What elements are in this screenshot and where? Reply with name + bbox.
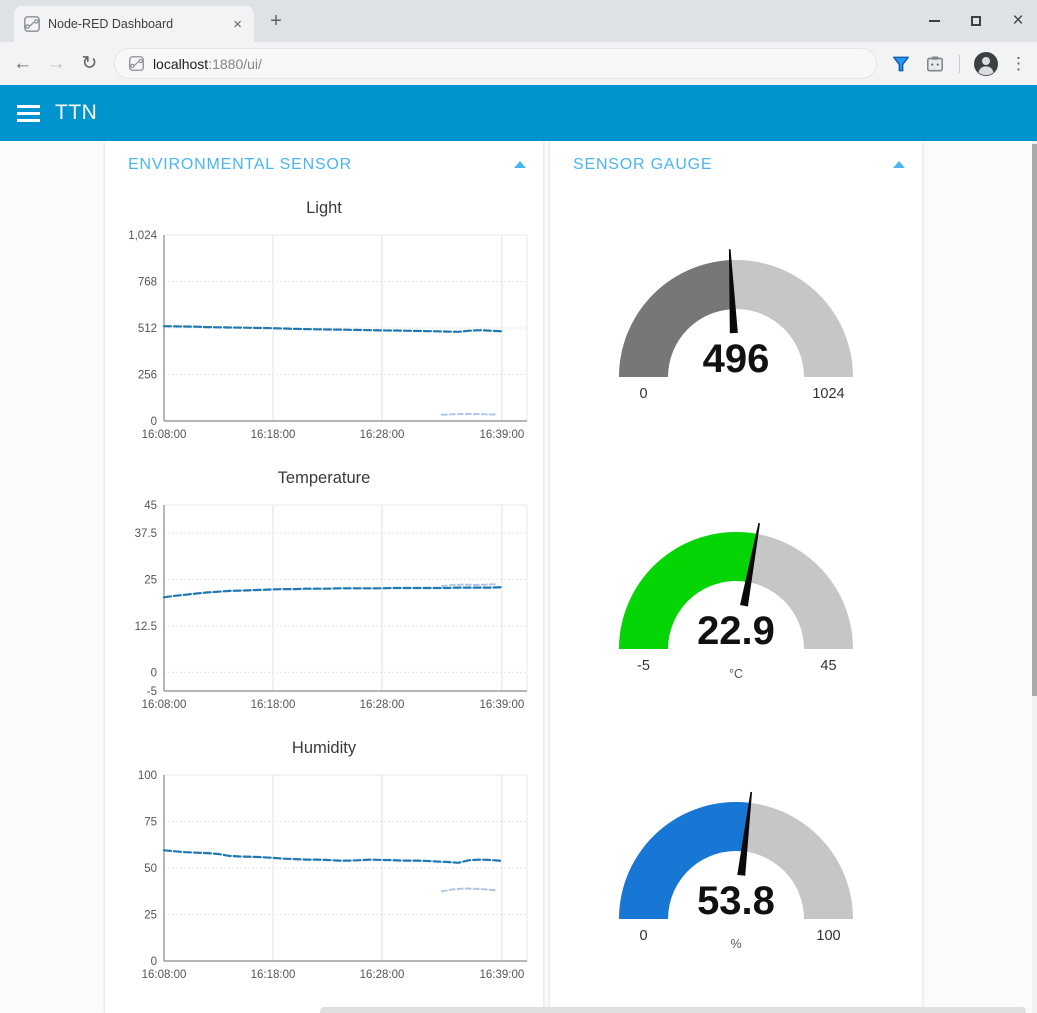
window-minimize-button[interactable] xyxy=(925,12,943,30)
svg-text:75: 75 xyxy=(144,817,157,829)
toolbar-divider xyxy=(959,55,960,73)
svg-text:16:18:00: 16:18:00 xyxy=(251,699,296,711)
humidity-chart: 0 25 50 75 100 16:08:00 16:18:00 16:28:00 16:39:… xyxy=(112,763,536,997)
chart-title-light: Light xyxy=(112,199,536,223)
tab-title: Node-RED Dashboard xyxy=(48,17,231,31)
svg-text:0: 0 xyxy=(639,386,647,402)
svg-text:16:18:00: 16:18:00 xyxy=(251,429,296,441)
scrollbar-thumb[interactable] xyxy=(1032,144,1037,696)
svg-text:16:08:00: 16:08:00 xyxy=(142,429,187,441)
svg-text:0: 0 xyxy=(151,956,157,968)
svg-text:45: 45 xyxy=(820,658,836,674)
svg-text:16:18:00: 16:18:00 xyxy=(251,969,296,981)
dashboard-title: TTN xyxy=(55,101,97,125)
svg-text:0: 0 xyxy=(151,667,157,679)
svg-text:1024: 1024 xyxy=(812,386,844,402)
dashboard-header: TTN xyxy=(0,85,1037,141)
group-title: SENSOR GAUGE xyxy=(573,156,712,174)
svg-text:0: 0 xyxy=(639,928,647,944)
forward-button[interactable]: → xyxy=(39,53,72,75)
svg-text:100: 100 xyxy=(816,928,840,944)
extension-clipboard-icon[interactable] xyxy=(924,53,946,75)
group-sensor-gauge: SENSOR GAUGE 496 0 1024 22.9 -5 45 °C 53.8 0 10… xyxy=(550,141,922,1013)
svg-text:16:39:00: 16:39:00 xyxy=(480,969,525,981)
profile-avatar[interactable] xyxy=(973,51,999,77)
svg-text:12.5: 12.5 xyxy=(135,621,157,633)
svg-text:22.9: 22.9 xyxy=(697,609,775,653)
collapse-icon[interactable] xyxy=(893,161,905,168)
page-scrollbar[interactable] xyxy=(1032,141,1037,1013)
browser-toolbar: ← → ↻ localhost:1880/ui/ ⋮ xyxy=(0,42,1037,85)
temperature-gauge: 22.9 -5 45 °C xyxy=(586,509,886,701)
browser-window: Node-RED Dashboard × + × ← → ↻ localhost… xyxy=(0,0,1037,1013)
temperature-chart: -5 0 12.5 25 37.5 45 16:08:00 16:18:00 16:28:00 1… xyxy=(112,493,536,727)
svg-text:25: 25 xyxy=(144,910,157,922)
window-close-button[interactable]: × xyxy=(1009,12,1027,30)
svg-text:16:28:00: 16:28:00 xyxy=(360,429,405,441)
node-red-favicon-icon xyxy=(24,16,40,32)
svg-text:37.5: 37.5 xyxy=(135,528,157,540)
reload-button[interactable]: ↻ xyxy=(73,52,106,75)
dashboard-content: ENVIRONMENTAL SENSOR Light 0 256 512 768 1,0… xyxy=(0,141,1037,1013)
svg-text:16:28:00: 16:28:00 xyxy=(360,969,405,981)
light-chart: 0 256 512 768 1,024 16:08:00 16:18:00 16:28:00 1… xyxy=(112,223,536,457)
light-gauge: 496 0 1024 xyxy=(586,237,886,429)
svg-text:1,024: 1,024 xyxy=(128,230,157,242)
svg-text:16:08:00: 16:08:00 xyxy=(142,699,187,711)
window-maximize-button[interactable] xyxy=(967,12,985,30)
svg-text:768: 768 xyxy=(138,277,157,289)
svg-text:256: 256 xyxy=(138,370,157,382)
svg-text:°C: °C xyxy=(729,667,743,681)
svg-text:53.8: 53.8 xyxy=(697,879,775,923)
menu-icon[interactable] xyxy=(17,105,41,122)
chart-title-temperature: Temperature xyxy=(112,469,536,493)
svg-text:496: 496 xyxy=(703,337,770,381)
new-tab-button[interactable]: + xyxy=(262,8,290,36)
extension-blue-icon[interactable] xyxy=(890,53,912,75)
address-bar[interactable]: localhost:1880/ui/ xyxy=(114,48,877,79)
svg-text:45: 45 xyxy=(144,500,157,512)
maximize-icon xyxy=(971,16,981,26)
collapse-icon[interactable] xyxy=(514,161,526,168)
group-environmental-sensor: ENVIRONMENTAL SENSOR Light 0 256 512 768 1,0… xyxy=(105,141,543,1013)
browser-tabstrip: Node-RED Dashboard × + × xyxy=(0,0,1037,42)
group-title: ENVIRONMENTAL SENSOR xyxy=(128,156,352,174)
svg-text:16:39:00: 16:39:00 xyxy=(480,429,525,441)
svg-text:-5: -5 xyxy=(147,686,157,698)
svg-text:16:39:00: 16:39:00 xyxy=(480,699,525,711)
back-button[interactable]: ← xyxy=(6,53,39,75)
browser-tab[interactable]: Node-RED Dashboard × xyxy=(14,6,254,42)
svg-text:512: 512 xyxy=(138,323,157,335)
svg-text:25: 25 xyxy=(144,574,157,586)
node-red-favicon-icon xyxy=(129,56,144,71)
minimize-icon xyxy=(929,20,940,22)
svg-text:%: % xyxy=(730,937,741,951)
svg-text:100: 100 xyxy=(138,770,157,782)
svg-text:16:28:00: 16:28:00 xyxy=(360,699,405,711)
group-header: ENVIRONMENTAL SENSOR xyxy=(105,141,543,191)
group-header: SENSOR GAUGE xyxy=(550,141,922,191)
next-group-edge xyxy=(320,1007,1026,1013)
chart-title-humidity: Humidity xyxy=(112,739,536,763)
svg-text:50: 50 xyxy=(144,863,157,875)
close-icon: × xyxy=(1012,12,1023,30)
humidity-gauge: 53.8 0 100% xyxy=(586,779,886,971)
url-path: :1880/ui/ xyxy=(208,56,262,72)
url-host: localhost xyxy=(153,56,208,72)
svg-text:-5: -5 xyxy=(637,658,650,674)
svg-text:16:08:00: 16:08:00 xyxy=(142,969,187,981)
svg-text:0: 0 xyxy=(151,416,157,428)
tab-close-icon[interactable]: × xyxy=(231,16,244,33)
browser-menu-icon[interactable]: ⋮ xyxy=(1010,54,1027,74)
